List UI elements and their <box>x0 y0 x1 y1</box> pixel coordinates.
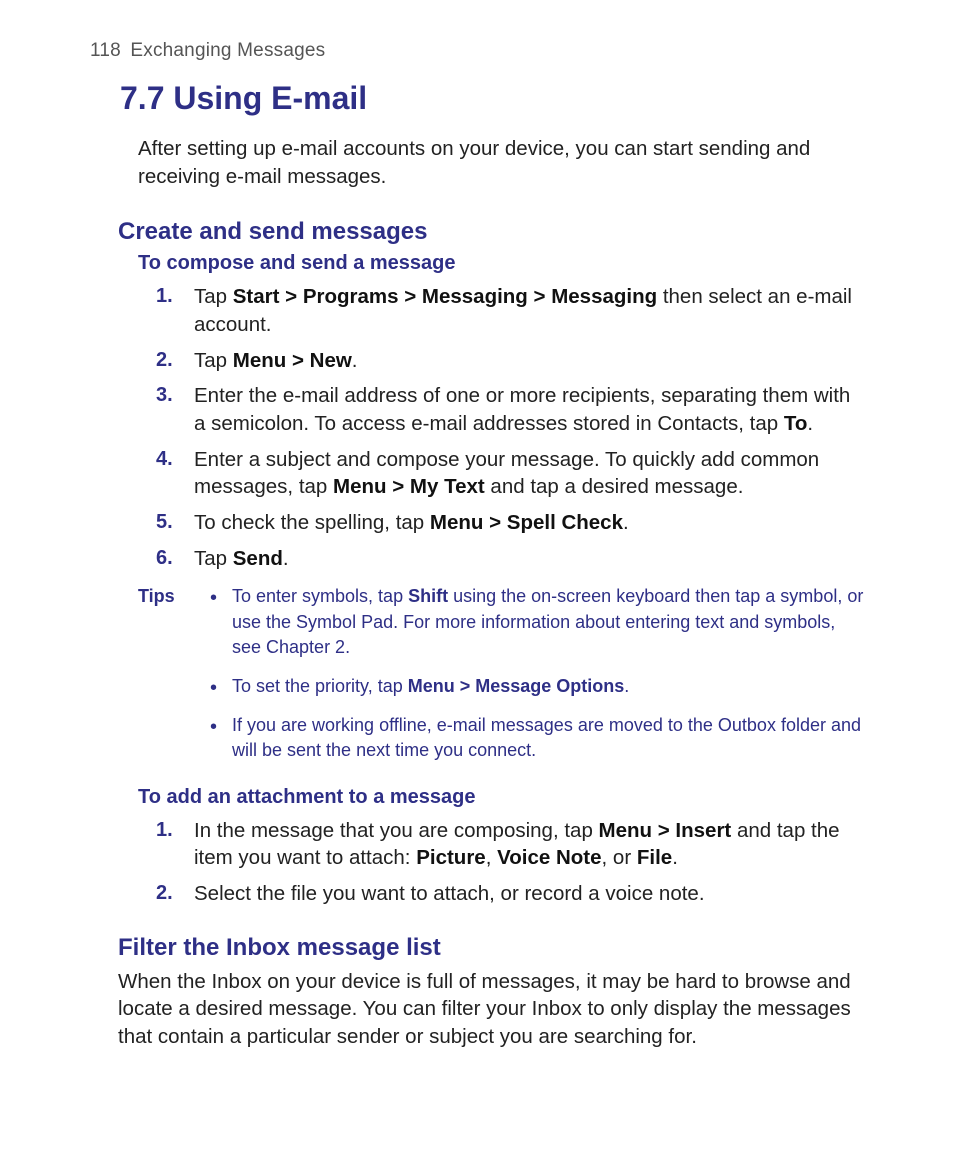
bold-path: Shift <box>408 586 448 606</box>
step-number: 2. <box>156 347 173 374</box>
step-number: 1. <box>156 817 173 844</box>
steps-add-attachment: 1. In the message that you are composing… <box>138 813 864 912</box>
bold-path: Menu > Insert <box>599 819 732 842</box>
tips-list: To enter symbols, tap Shift using the on… <box>204 584 864 777</box>
step-text: Tap <box>194 349 233 372</box>
step-item: 5. To check the spelling, tap Menu > Spe… <box>138 505 864 541</box>
tip-item: If you are working offline, e-mail messa… <box>204 713 864 777</box>
step-text: , <box>486 846 497 869</box>
step-number: 2. <box>156 880 173 907</box>
bold-path: Menu > My Text <box>333 475 485 498</box>
step-item: 3. Enter the e-mail address of one or mo… <box>138 378 864 441</box>
step-item: 1. Tap Start > Programs > Messaging > Me… <box>138 279 864 342</box>
bold-path: Menu > Message Options <box>408 676 625 696</box>
steps-compose-send: 1. Tap Start > Programs > Messaging > Me… <box>138 279 864 576</box>
step-text: . <box>283 547 289 570</box>
step-text: . <box>352 349 358 372</box>
tip-text: To set the priority, tap <box>232 676 408 696</box>
step-text: To check the spelling, tap <box>194 511 430 534</box>
bold-path: Voice Note <box>497 846 601 869</box>
step-number: 4. <box>156 446 173 473</box>
task-add-attachment: To add an attachment to a message <box>138 786 864 809</box>
tips-label: Tips <box>138 584 204 777</box>
bold-path: Menu > Spell Check <box>430 511 623 534</box>
step-text: and tap a desired message. <box>485 475 744 498</box>
step-item: 2. Tap Menu > New. <box>138 343 864 379</box>
bold-path: Picture <box>416 846 486 869</box>
bold-path: Menu > New <box>233 349 352 372</box>
step-number: 1. <box>156 283 173 310</box>
subsection-filter-inbox: Filter the Inbox message list <box>118 934 864 962</box>
step-text: , or <box>602 846 637 869</box>
step-text: Tap <box>194 547 233 570</box>
step-text: . <box>623 511 629 534</box>
running-head: 118 Exchanging Messages <box>90 40 864 62</box>
step-number: 5. <box>156 509 173 536</box>
section-heading-7-7: 7.7 Using E-mail <box>120 80 864 117</box>
step-text: Select the file you want to attach, or r… <box>194 882 705 905</box>
step-text: Enter the e-mail address of one or more … <box>194 384 850 435</box>
page-number: 118 <box>90 40 121 61</box>
step-number: 3. <box>156 382 173 409</box>
step-item: 2. Select the file you want to attach, o… <box>138 876 864 912</box>
tip-item: To set the priority, tap Menu > Message … <box>204 674 864 713</box>
intro-paragraph: After setting up e-mail accounts on your… <box>138 135 864 190</box>
tips-block: Tips To enter symbols, tap Shift using t… <box>138 584 864 777</box>
subsection-create-send: Create and send messages <box>118 218 864 246</box>
step-text: Tap <box>194 285 233 308</box>
bold-path: To <box>784 412 808 435</box>
step-number: 6. <box>156 545 173 572</box>
step-text: . <box>807 412 813 435</box>
bold-path: Send <box>233 547 283 570</box>
filter-paragraph: When the Inbox on your device is full of… <box>118 968 864 1051</box>
tip-text: If you are working offline, e-mail messa… <box>232 715 861 760</box>
chapter-title: Exchanging Messages <box>130 40 325 61</box>
bold-path: Start > Programs > Messaging > Messaging <box>233 285 657 308</box>
tip-text: To enter symbols, tap <box>232 586 408 606</box>
step-text: . <box>672 846 678 869</box>
task-compose-send: To compose and send a message <box>138 252 864 275</box>
tip-item: To enter symbols, tap Shift using the on… <box>204 584 864 674</box>
step-item: 4. Enter a subject and compose your mess… <box>138 442 864 505</box>
step-text: In the message that you are composing, t… <box>194 819 599 842</box>
tip-text: . <box>624 676 629 696</box>
step-item: 1. In the message that you are composing… <box>138 813 864 876</box>
step-item: 6. Tap Send. <box>138 541 864 577</box>
bold-path: File <box>637 846 672 869</box>
document-page: 118 Exchanging Messages 7.7 Using E-mail… <box>0 0 954 1173</box>
